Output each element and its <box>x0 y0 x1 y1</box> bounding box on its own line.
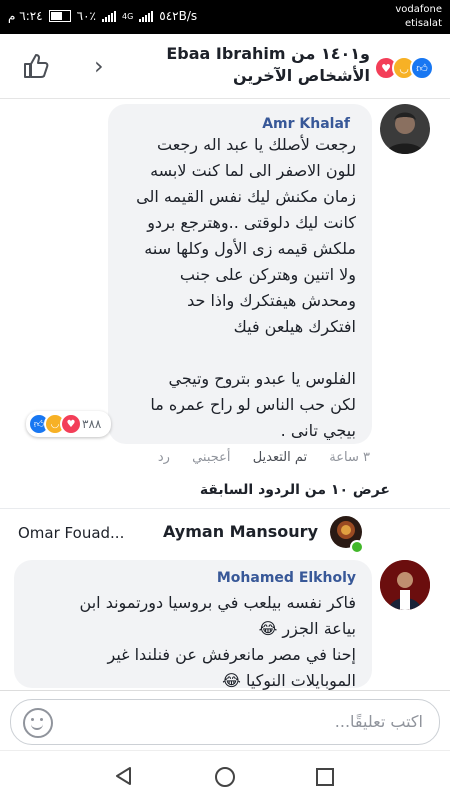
other-user-name[interactable]: Omar Fouad... <box>18 524 124 542</box>
emoji-icon[interactable] <box>23 708 53 738</box>
active-user-name[interactable]: Ayman Mansoury <box>163 522 318 541</box>
post-reactions-header: › Ebaa Ibrahim و١٤٠١ من الأشخاص الآخرين … <box>0 34 450 99</box>
typing-indicator-row: Omar Fouad... Ayman Mansoury <box>0 512 450 554</box>
clock: ٦:٢٤ م <box>8 9 43 23</box>
comment-time: ٣ ساعة <box>329 450 370 465</box>
comment-author[interactable]: Mohamed Elkholy <box>217 570 356 586</box>
network-speed: ٥٤٢B/s <box>159 9 198 23</box>
love-icon: ♥ <box>60 413 82 435</box>
comment-text: فاكر نفسه بيلعب في بروسيا دورتموند ابن ب… <box>79 593 356 690</box>
reaction-count: ٣٨٨ <box>82 417 102 431</box>
chevron-right-icon[interactable]: › <box>94 54 104 78</box>
comment-bubble: Mohamed Elkholy فاكر نفسه بيلعب في بروسي… <box>14 560 372 690</box>
comment-actions: ٣ ساعة تم التعديل أعجبني رد <box>140 450 370 465</box>
divider <box>0 508 450 509</box>
battery-icon <box>48 10 71 22</box>
signal-icon <box>101 10 116 22</box>
comment-text: رجعت لأصلك يا عبد اله رجعت للون الاصفر ا… <box>136 135 356 440</box>
like-icon: 👍︎ <box>410 56 434 80</box>
header-title-suffix: و١٤٠١ من <box>291 44 370 63</box>
header-subtitle: الأشخاص الآخرين <box>232 66 370 85</box>
header-title-name: Ebaa Ibrahim <box>166 44 286 63</box>
comment-author[interactable]: Amr Khalaf <box>262 116 350 132</box>
status-left: ٦:٢٤ م ٦٠٪ 4G ٥٤٢B/s <box>8 9 197 23</box>
status-bar: ٦:٢٤ م ٦٠٪ 4G ٥٤٢B/s vodafone etisalat <box>0 0 450 34</box>
online-status-dot <box>350 540 364 554</box>
back-icon[interactable] <box>114 766 134 786</box>
signal-icon-2 <box>139 10 154 22</box>
network-type: 4G <box>121 11 134 21</box>
carrier-names: vodafone etisalat <box>395 3 442 31</box>
avatar[interactable] <box>380 104 430 154</box>
header-reactions[interactable]: ♥ ◡ 👍︎ <box>374 56 434 80</box>
home-icon[interactable] <box>214 766 236 788</box>
comment-composer: اكتب تعليقًا... <box>0 690 450 751</box>
comment-input-placeholder: اكتب تعليقًا... <box>334 712 423 731</box>
edited-label[interactable]: تم التعديل <box>253 450 307 465</box>
comment-reactions[interactable]: 👍︎ ◡ ♥ ٣٨٨ <box>26 411 112 437</box>
view-previous-replies-link[interactable]: عرض ١٠ من الردود السابقة <box>200 482 390 498</box>
header-title: Ebaa Ibrahim و١٤٠١ من <box>166 44 370 63</box>
comment-input[interactable]: اكتب تعليقًا... <box>10 699 440 745</box>
recents-icon[interactable] <box>315 767 335 787</box>
avatar[interactable] <box>380 560 430 610</box>
carrier-1: vodafone <box>395 4 442 15</box>
comment-bubble: Amr Khalaf رجعت لأصلك يا عبد اله رجعت لل… <box>108 104 372 444</box>
battery-percent: ٦٠٪ <box>76 9 96 23</box>
like-link[interactable]: أعجبني <box>192 450 230 465</box>
android-nav-bar <box>0 750 450 801</box>
carrier-2: etisalat <box>404 18 442 29</box>
reply-link[interactable]: رد <box>158 450 170 465</box>
like-thumb-icon[interactable] <box>22 52 50 80</box>
